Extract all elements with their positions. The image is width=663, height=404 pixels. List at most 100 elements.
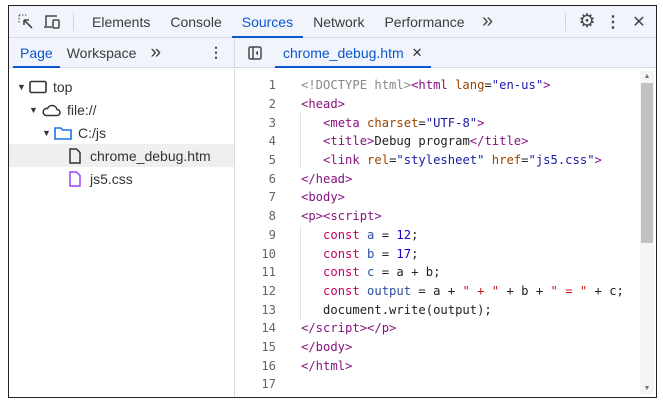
code-token: = xyxy=(374,228,396,242)
line-number[interactable]: 7 xyxy=(236,190,276,204)
code-line[interactable]: 15</body> xyxy=(236,338,656,357)
code-editor[interactable]: 1<!DOCTYPE html><html lang="en-us"> 2 <hea… xyxy=(236,69,656,397)
tab-network[interactable]: Network xyxy=(303,6,374,38)
code-line[interactable]: 11 const c = a + b; xyxy=(236,263,656,282)
code-line[interactable]: 1<!DOCTYPE html><html lang="en-us"> xyxy=(236,76,656,95)
code-token: <html xyxy=(411,78,455,92)
device-toolbar-icon[interactable] xyxy=(39,6,65,38)
code-line[interactable]: 9 const a = 12; xyxy=(236,226,656,245)
code-token: " + " xyxy=(462,284,499,298)
code-token: <head> xyxy=(301,97,345,111)
cloud-icon xyxy=(41,103,61,117)
code-line[interactable]: 2 <head> xyxy=(236,95,656,114)
tree-item-folder[interactable]: ▼ C:/js xyxy=(9,121,234,144)
scroll-down-icon[interactable]: ▼ xyxy=(640,385,654,392)
line-number[interactable]: 15 xyxy=(236,340,276,354)
file-tab-chrome-debug[interactable]: chrome_debug.htm ✕ xyxy=(275,38,431,68)
code-line[interactable]: 4 <title>Debug program</title> xyxy=(236,132,656,151)
line-number[interactable]: 5 xyxy=(236,153,276,167)
code-text: <meta charset="UTF-8"> xyxy=(301,116,484,130)
code-token: const xyxy=(323,228,367,242)
divider xyxy=(73,13,74,31)
close-tab-icon[interactable]: ✕ xyxy=(412,45,423,61)
code-token: = xyxy=(484,78,491,92)
code-line[interactable]: 14 </script></p> xyxy=(236,319,656,338)
close-icon[interactable]: ✕ xyxy=(626,6,652,38)
frame-icon xyxy=(29,80,47,94)
tree-item-top[interactable]: ▼ top xyxy=(9,75,234,98)
code-text: document.write(output); xyxy=(301,303,492,317)
tree-item-chrome-debug[interactable]: chrome_debug.htm xyxy=(9,144,234,167)
code-token: </script></p> xyxy=(301,321,396,335)
gear-icon[interactable]: ⚙ xyxy=(574,6,600,38)
indent-guide xyxy=(300,244,301,263)
code-line[interactable]: 16</html> xyxy=(236,356,656,375)
scrollbar-thumb[interactable] xyxy=(641,83,653,243)
tab-sources[interactable]: Sources xyxy=(232,6,303,38)
line-number[interactable]: 9 xyxy=(236,228,276,242)
file-navigator: ▼ top ▼ file:// ▼ C:/js chrome_debug.htm… xyxy=(9,69,235,397)
code-line[interactable]: 6</head> xyxy=(236,169,656,188)
line-number[interactable]: 10 xyxy=(236,247,276,261)
code-token: Debug program xyxy=(374,134,469,148)
scroll-up-icon[interactable]: ▲ xyxy=(640,73,654,80)
code-line[interactable]: 5 <link rel="stylesheet" href="js5.css"> xyxy=(236,151,656,170)
code-line[interactable]: 13 document.write(output); xyxy=(236,300,656,319)
indent-guide xyxy=(300,151,301,170)
vertical-scrollbar[interactable]: ▲ ▼ xyxy=(640,71,654,394)
line-number[interactable]: 11 xyxy=(236,265,276,279)
line-number[interactable]: 17 xyxy=(236,377,276,391)
code-token xyxy=(301,284,323,298)
tab-performance[interactable]: Performance xyxy=(374,6,474,38)
sources-subbar: Page Workspace » ⋮ chrome_debug.htm ✕ xyxy=(9,38,656,68)
line-number[interactable]: 3 xyxy=(236,116,276,130)
code-token: = a + b; xyxy=(374,265,440,279)
code-text: const c = a + b; xyxy=(301,265,440,279)
inspect-element-icon[interactable] xyxy=(13,6,39,38)
tab-elements[interactable]: Elements xyxy=(82,6,160,38)
indent-guide xyxy=(300,263,301,282)
expand-triangle-icon[interactable]: ▼ xyxy=(42,128,54,138)
expand-triangle-icon[interactable]: ▼ xyxy=(29,105,41,115)
code-line[interactable]: 3 <meta charset="UTF-8"> xyxy=(236,113,656,132)
navigator-tabs: Page Workspace » ⋮ xyxy=(9,38,235,67)
line-number[interactable]: 4 xyxy=(236,134,276,148)
code-text: const output = a + " + " + b + " = " + c… xyxy=(301,284,624,298)
code-token: + b + xyxy=(499,284,550,298)
code-line[interactable]: 10 const b = 17; xyxy=(236,244,656,263)
tree-item-file-origin[interactable]: ▼ file:// xyxy=(9,98,234,121)
line-number[interactable]: 1 xyxy=(236,78,276,92)
line-number[interactable]: 12 xyxy=(236,284,276,298)
tree-item-js5-css[interactable]: js5.css xyxy=(9,167,234,190)
more-navigator-tabs-icon[interactable]: » xyxy=(143,38,168,68)
code-line[interactable]: 12 const output = a + " + " + b + " = " … xyxy=(236,282,656,301)
code-token: const xyxy=(323,247,367,261)
line-number[interactable]: 16 xyxy=(236,359,276,373)
code-token xyxy=(301,247,323,261)
expand-triangle-icon[interactable]: ▼ xyxy=(17,82,29,92)
tab-console[interactable]: Console xyxy=(160,6,231,38)
tab-workspace[interactable]: Workspace xyxy=(60,38,144,68)
more-tabs-icon[interactable]: » xyxy=(475,6,501,38)
code-text: </script></p> xyxy=(301,321,396,335)
tree-item-label: C:/js xyxy=(78,125,106,141)
devtools-window: Elements Console Sources Network Perform… xyxy=(8,5,657,398)
code-line[interactable]: 17 xyxy=(236,375,656,394)
line-number[interactable]: 8 xyxy=(236,209,276,223)
kebab-menu-icon[interactable]: ⋮ xyxy=(600,6,626,38)
line-number[interactable]: 2 xyxy=(236,97,276,111)
code-line[interactable]: 8<p><script> xyxy=(236,207,656,226)
code-token: "UTF-8" xyxy=(426,116,477,130)
editor-tabs: chrome_debug.htm ✕ xyxy=(235,38,656,67)
code-token: <body> xyxy=(301,190,345,204)
line-number[interactable]: 13 xyxy=(236,303,276,317)
code-token: <title> xyxy=(323,134,374,148)
code-line[interactable]: 7 <body> xyxy=(236,188,656,207)
tree-item-label: top xyxy=(53,79,72,95)
kebab-menu-icon[interactable]: ⋮ xyxy=(202,38,230,68)
code-token: "en-us" xyxy=(492,78,543,92)
line-number[interactable]: 14 xyxy=(236,321,276,335)
line-number[interactable]: 6 xyxy=(236,172,276,186)
toggle-navigator-icon[interactable] xyxy=(241,38,269,68)
tab-page[interactable]: Page xyxy=(13,38,60,68)
